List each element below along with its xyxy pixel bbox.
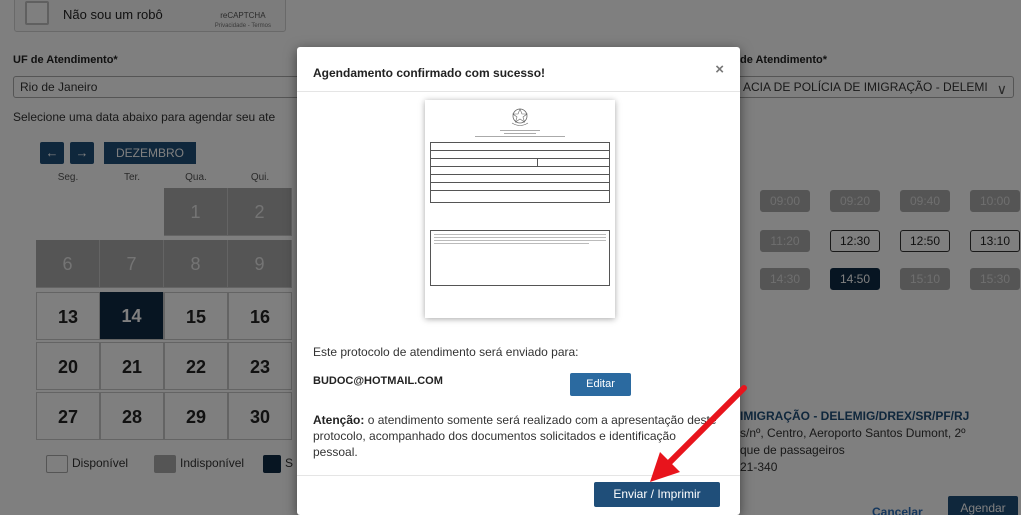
attention-label: Atenção: [313,413,365,427]
send-print-button[interactable]: Enviar / Imprimir [594,482,720,507]
protocol-document-thumbnail [425,100,615,318]
modal-title: Agendamento confirmado com sucesso! [313,66,546,80]
document-table [429,142,610,203]
close-icon[interactable]: × [715,61,724,78]
document-header-lines [425,129,615,139]
email-value: BUDOC@HOTMAIL.COM [313,375,443,387]
modal-footer: Enviar / Imprimir [297,475,740,515]
attention-text: o atendimento somente será realizado com… [313,413,717,459]
modal-header: Agendamento confirmado com sucesso! × [297,47,740,92]
protocol-info-text: Este protocolo de atendimento será envia… [313,345,579,359]
attention-notice: Atenção: o atendimento somente será real… [313,412,723,460]
confirmation-modal: Agendamento confirmado com sucesso! × Es… [297,47,740,515]
document-text-block [430,230,610,286]
coat-of-arms-icon [511,108,529,126]
edit-email-button[interactable]: Editar [570,373,631,396]
